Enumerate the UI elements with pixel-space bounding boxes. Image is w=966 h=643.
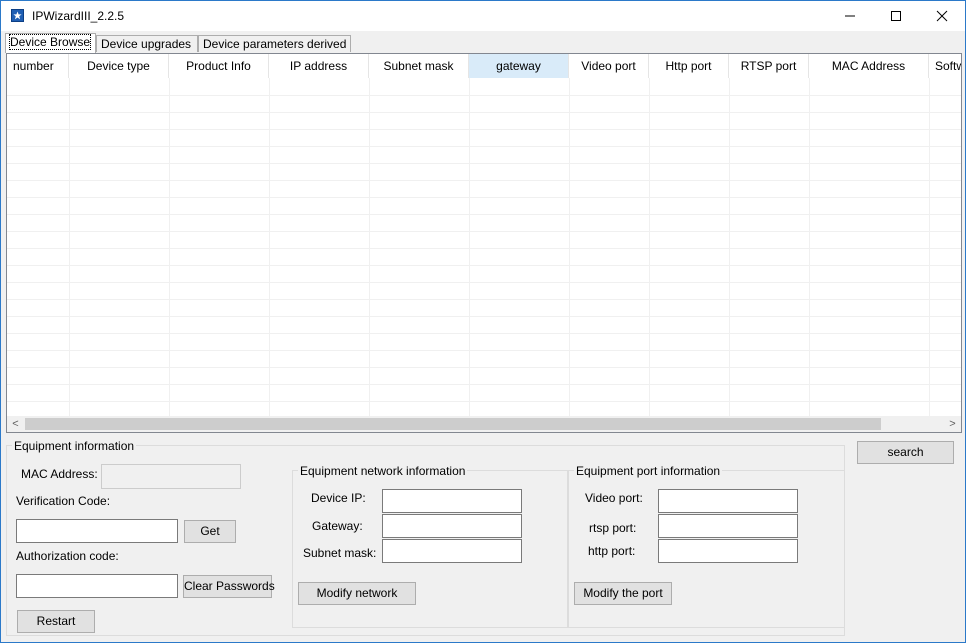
grid-row-line	[7, 214, 961, 215]
authorization-code-label: Authorization code:	[16, 549, 119, 563]
mac-address-field	[101, 464, 241, 489]
app-window: IPWizardIII_2.2.5 Device Browse Device u…	[0, 0, 966, 643]
grid-row-line	[7, 316, 961, 317]
column-header-mac-address[interactable]: MAC Address	[809, 54, 929, 78]
tab-label: Device upgrades	[101, 37, 192, 51]
video-port-input[interactable]	[658, 489, 798, 513]
device-ip-input[interactable]	[382, 489, 522, 513]
http-port-label: http port:	[588, 544, 636, 558]
get-button[interactable]: Get	[184, 520, 236, 543]
title-bar[interactable]: IPWizardIII_2.2.5	[1, 1, 965, 31]
grid-row-line	[7, 112, 961, 113]
column-header-number[interactable]: number	[7, 54, 69, 78]
verification-code-input[interactable]	[16, 519, 178, 543]
tab-device-browse[interactable]: Device Browse	[5, 33, 96, 53]
grid-row-line	[7, 333, 961, 334]
rtsp-port-input[interactable]	[658, 514, 798, 538]
grid-row-line	[7, 231, 961, 232]
gateway-input[interactable]	[382, 514, 522, 538]
clear-passwords-button[interactable]: Clear Passwords	[183, 575, 275, 598]
grid-row-line	[7, 384, 961, 385]
grid-column-line	[269, 78, 270, 416]
gateway-label: Gateway:	[312, 519, 363, 533]
scroll-left-arrow-icon[interactable]: <	[7, 416, 24, 432]
device-ip-label: Device IP:	[311, 491, 366, 505]
grid-row-line	[7, 265, 961, 266]
scrollbar-thumb[interactable]	[25, 418, 881, 430]
minimize-button[interactable]	[827, 1, 873, 31]
table-header: number Device type Product Info IP addre…	[7, 54, 961, 78]
grid-column-line	[929, 78, 930, 416]
tab-device-parameters-derived[interactable]: Device parameters derived	[198, 35, 351, 52]
table-body[interactable]	[7, 78, 961, 416]
scroll-right-arrow-icon[interactable]: >	[944, 416, 961, 432]
grid-row-line	[7, 95, 961, 96]
grid-column-line	[649, 78, 650, 416]
grid-column-line	[809, 78, 810, 416]
grid-row-line	[7, 299, 961, 300]
column-header-product-info[interactable]: Product Info	[169, 54, 269, 78]
column-header-http-port[interactable]: Http port	[649, 54, 729, 78]
column-header-video-port[interactable]: Video port	[569, 54, 649, 78]
column-header-subnet-mask[interactable]: Subnet mask	[369, 54, 469, 78]
grid-column-line	[69, 78, 70, 416]
column-header-gateway[interactable]: gateway	[469, 54, 569, 78]
video-port-label: Video port:	[585, 491, 643, 505]
device-table[interactable]: number Device type Product Info IP addre…	[6, 53, 962, 433]
close-button[interactable]	[919, 1, 965, 31]
rtsp-port-label: rtsp port:	[589, 521, 637, 535]
grid-column-line	[369, 78, 370, 416]
grid-column-line	[169, 78, 170, 416]
tab-device-upgrades[interactable]: Device upgrades	[96, 35, 198, 52]
subnet-mask-input[interactable]	[382, 539, 522, 563]
grid-row-line	[7, 367, 961, 368]
grid-column-line	[569, 78, 570, 416]
maximize-button[interactable]	[873, 1, 919, 31]
column-header-ip-address[interactable]: IP address	[269, 54, 369, 78]
equipment-information-title: Equipment information	[12, 439, 137, 453]
restart-button[interactable]: Restart	[17, 610, 95, 633]
tab-label: Device parameters derived	[203, 37, 347, 51]
grid-column-line	[729, 78, 730, 416]
app-logo-icon	[11, 9, 24, 22]
horizontal-scrollbar[interactable]: < >	[7, 416, 961, 432]
grid-row-line	[7, 197, 961, 198]
grid-row-line	[7, 163, 961, 164]
grid-row-line	[7, 180, 961, 181]
subnet-mask-label: Subnet mask:	[303, 546, 377, 560]
equipment-network-title: Equipment network information	[298, 464, 468, 478]
window-title: IPWizardIII_2.2.5	[32, 9, 125, 23]
http-port-input[interactable]	[658, 539, 798, 563]
verification-code-label: Verification Code:	[16, 494, 111, 508]
grid-row-line	[7, 401, 961, 402]
grid-column-line	[469, 78, 470, 416]
authorization-code-input[interactable]	[16, 574, 178, 598]
grid-row-line	[7, 248, 961, 249]
search-button[interactable]: search	[857, 441, 954, 464]
equipment-port-title: Equipment port information	[574, 464, 723, 478]
grid-row-line	[7, 350, 961, 351]
column-header-rtsp-port[interactable]: RTSP port	[729, 54, 809, 78]
modify-network-button[interactable]: Modify network	[298, 582, 416, 605]
grid-row-line	[7, 129, 961, 130]
tab-label: Device Browse	[8, 34, 92, 50]
grid-row-line	[7, 282, 961, 283]
maximize-icon	[891, 11, 901, 21]
grid-row-line	[7, 146, 961, 147]
minimize-icon	[845, 15, 855, 17]
mac-address-label: MAC Address:	[21, 467, 98, 481]
column-header-device-type[interactable]: Device type	[69, 54, 169, 78]
modify-port-button[interactable]: Modify the port	[574, 582, 672, 605]
close-icon	[936, 10, 948, 22]
column-header-software[interactable]: Softw	[929, 54, 961, 78]
